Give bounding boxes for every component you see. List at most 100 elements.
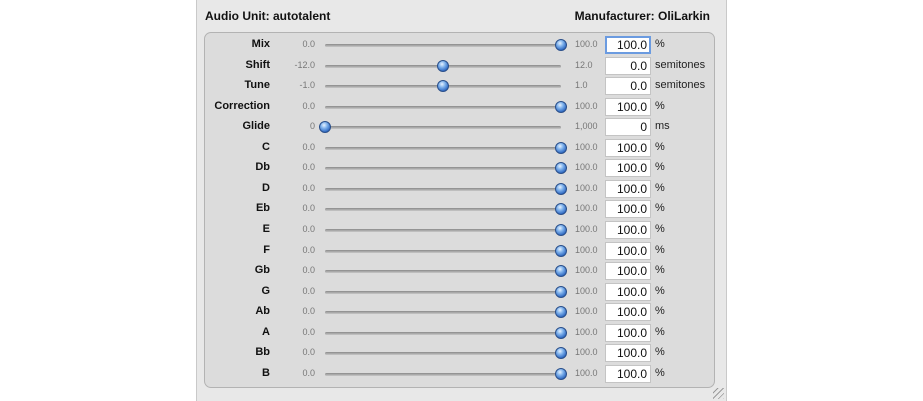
param-min-a: 0.0 (302, 326, 315, 337)
param-name-d: D (262, 181, 270, 194)
slider-thumb-eb[interactable] (555, 203, 567, 216)
param-max-ab: 100.0 (575, 306, 598, 317)
slider-thumb-bb[interactable] (555, 347, 567, 360)
slider-thumb-gb[interactable] (555, 265, 567, 278)
param-min-ab: 0.0 (302, 306, 315, 317)
slider-thumb-f[interactable] (555, 244, 567, 257)
slider-thumb-c[interactable] (555, 141, 567, 154)
value-field-f[interactable]: 100.0 (605, 241, 651, 260)
slider-track-c[interactable] (325, 141, 567, 154)
slider-track-db[interactable] (325, 162, 567, 175)
param-name-shift: Shift (245, 58, 270, 71)
slider-track-correction[interactable] (325, 100, 567, 113)
param-row-a: A 0.0 100.0 100.0% (205, 323, 714, 343)
param-max-e: 100.0 (575, 223, 598, 234)
slider-thumb-ab[interactable] (555, 306, 567, 319)
plugin-window: Audio Unit: autotalent Manufacturer: Oli… (196, 0, 727, 401)
param-name-f: F (263, 243, 270, 256)
param-name-glide: Glide (242, 120, 270, 133)
value-field-b[interactable]: 100.0 (605, 364, 651, 383)
param-unit-glide: ms (655, 120, 670, 133)
param-unit-a: % (655, 325, 665, 338)
slider-thumb-mix[interactable] (555, 39, 567, 51)
slider-track-gb[interactable] (325, 265, 567, 278)
slider-track-tune[interactable] (325, 80, 561, 93)
param-max-glide: 1,000 (575, 121, 598, 132)
slider-thumb-shift[interactable] (437, 59, 449, 72)
value-field-e[interactable]: 100.0 (605, 220, 651, 239)
slider-thumb-d[interactable] (555, 182, 567, 195)
param-unit-correction: % (655, 99, 665, 112)
param-row-c: C 0.0 100.0 100.0% (205, 138, 714, 158)
param-max-tune: 1.0 (575, 80, 588, 91)
slider-track-ab[interactable] (325, 306, 567, 319)
param-unit-c: % (655, 140, 665, 153)
param-name-eb: Eb (255, 202, 270, 215)
value-field-glide[interactable]: 0 (605, 118, 651, 137)
slider-thumb-db[interactable] (555, 162, 567, 175)
slider-track-e[interactable] (325, 223, 567, 236)
slider-track-shift[interactable] (325, 59, 561, 72)
value-field-bb[interactable]: 100.0 (605, 344, 651, 363)
param-min-gb: 0.0 (302, 265, 315, 276)
slider-track-d[interactable] (325, 182, 567, 195)
slider-thumb-g[interactable] (555, 285, 567, 298)
param-row-glide: Glide 0 1,000 0 ms (205, 117, 714, 137)
param-min-d: 0.0 (302, 182, 315, 193)
value-field-g[interactable]: 100.0 (605, 282, 651, 301)
param-max-g: 100.0 (575, 285, 598, 296)
value-field-db[interactable]: 100.0 (605, 159, 651, 178)
param-unit-f: % (655, 243, 665, 256)
param-min-correction: 0.0 (302, 100, 315, 111)
param-name-db: Db (255, 161, 270, 174)
param-max-mix: 100.0 (575, 39, 598, 49)
resize-grip-icon[interactable] (713, 388, 724, 399)
value-field-shift[interactable]: 0.0 (605, 56, 651, 75)
param-unit-shift: semitones (655, 58, 706, 71)
param-row-mix: Mix 0.0 100.0 100.0% (205, 35, 714, 55)
param-unit-gb: % (655, 264, 665, 277)
slider-track-g[interactable] (325, 285, 567, 298)
param-name-mix: Mix (251, 38, 270, 50)
param-max-a: 100.0 (575, 326, 598, 337)
value-field-mix[interactable]: 100.0 (605, 36, 651, 54)
param-name-c: C (262, 140, 270, 153)
slider-track-bb[interactable] (325, 347, 567, 360)
value-field-a[interactable]: 100.0 (605, 323, 651, 342)
slider-thumb-correction[interactable] (555, 100, 567, 113)
value-field-c[interactable]: 100.0 (605, 138, 651, 157)
slider-thumb-glide[interactable] (319, 121, 331, 134)
parameter-panel: Mix 0.0 100.0 100.0% Shift -12.0 12.0 0.0 semito… (204, 32, 715, 388)
value-field-correction[interactable]: 100.0 (605, 97, 651, 116)
slider-track-eb[interactable] (325, 203, 567, 216)
slider-track-a[interactable] (325, 326, 567, 339)
param-row-g: G 0.0 100.0 100.0% (205, 282, 714, 302)
param-name-b: B (262, 366, 270, 379)
param-max-d: 100.0 (575, 182, 598, 193)
param-name-e: E (262, 222, 270, 235)
value-field-eb[interactable]: 100.0 (605, 200, 651, 219)
slider-thumb-tune[interactable] (437, 80, 449, 93)
param-name-bb: Bb (255, 346, 270, 359)
slider-track-glide[interactable] (319, 121, 561, 134)
slider-track-f[interactable] (325, 244, 567, 257)
value-field-gb[interactable]: 100.0 (605, 262, 651, 281)
param-max-bb: 100.0 (575, 347, 598, 358)
value-field-ab[interactable]: 100.0 (605, 303, 651, 322)
param-unit-mix: % (655, 38, 665, 50)
param-name-ab: Ab (255, 305, 270, 318)
param-unit-ab: % (655, 305, 665, 318)
param-row-bb: Bb 0.0 100.0 100.0% (205, 343, 714, 363)
value-field-tune[interactable]: 0.0 (605, 77, 651, 96)
param-name-g: G (261, 284, 270, 297)
slider-track-b[interactable] (325, 367, 567, 380)
param-row-tune: Tune -1.0 1.0 0.0 semitones (205, 76, 714, 96)
slider-thumb-e[interactable] (555, 223, 567, 236)
slider-track-mix[interactable] (325, 39, 567, 51)
manufacturer-label: Manufacturer: OliLarkin (574, 9, 710, 23)
slider-thumb-a[interactable] (555, 326, 567, 339)
value-field-d[interactable]: 100.0 (605, 179, 651, 198)
param-min-c: 0.0 (302, 141, 315, 152)
slider-thumb-b[interactable] (555, 367, 567, 380)
param-min-shift: -12.0 (294, 59, 315, 70)
